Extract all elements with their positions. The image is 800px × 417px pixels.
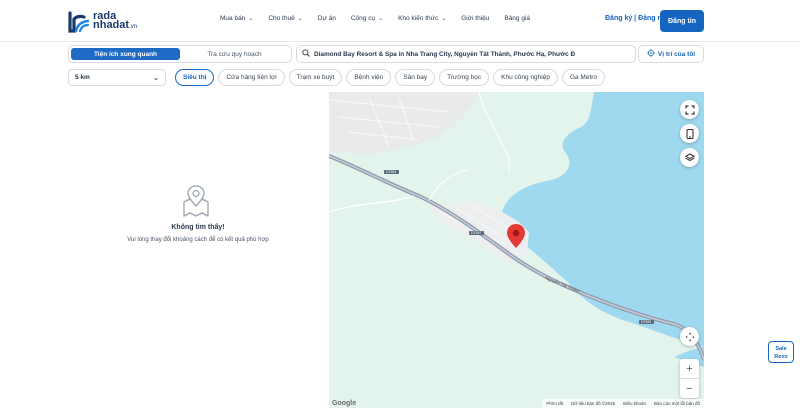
nav-item-label: Bảng giá	[504, 15, 531, 22]
logo[interactable]: rada nhadat.vn	[68, 10, 137, 34]
chip-metro-station[interactable]: Ga Metro	[561, 69, 606, 86]
top-navigation-bar: rada nhadat.vn Mua bán ⌄ Cho thuê ⌄ Dự án …	[0, 0, 800, 42]
chevron-down-icon: ⌄	[378, 16, 384, 22]
route-badge: DT651	[384, 170, 399, 174]
sale-line1: Sale	[775, 346, 787, 352]
zoom-out-button[interactable]: −	[680, 379, 699, 398]
chevron-down-icon: ⌄	[153, 74, 159, 82]
map-attribution: Phím tắt Dữ liệu bản đồ ©2025 Điều khoản…	[542, 399, 704, 408]
nav-item-bang-gia[interactable]: Bảng giá	[504, 15, 530, 22]
nav-item-cong-cu[interactable]: Công cụ ⌄	[351, 15, 383, 22]
logo-mark-icon	[68, 11, 90, 33]
layers-icon	[684, 152, 695, 161]
route-badge: DT657	[469, 231, 484, 235]
nav-item-label: Dự án	[317, 15, 336, 22]
route-badge: DT651	[639, 320, 654, 324]
map-canvas	[329, 92, 704, 408]
chip-supermarket[interactable]: Siêu thị	[175, 69, 215, 86]
search-icon	[302, 49, 310, 59]
fullscreen-icon	[684, 104, 695, 115]
chevron-down-icon: ⌄	[248, 16, 254, 22]
sale-revo-widget[interactable]: Sale Revo	[768, 341, 794, 363]
radius-select[interactable]: 5 km ⌄	[68, 69, 166, 86]
chip-hospital[interactable]: Bệnh viện	[346, 69, 392, 86]
nav-item-label: Mua bán	[220, 15, 246, 22]
chip-airport[interactable]: Sân bay	[395, 69, 436, 86]
nav-item-cho-thue[interactable]: Cho thuê ⌄	[268, 15, 302, 22]
logo-suffix: .vn	[129, 24, 138, 30]
logo-text: rada nhadat.vn	[93, 11, 138, 32]
nav-item-du-an[interactable]: Dự án	[318, 15, 336, 22]
nav-item-label: Giới thiệu	[461, 15, 490, 22]
tab-planning-lookup[interactable]: Tra cứu quy hoạch	[180, 48, 289, 60]
google-logo: Google	[332, 400, 357, 407]
fullscreen-button[interactable]	[680, 100, 699, 119]
search-row: Tiện ích xung quanh Tra cứu quy hoạch Di…	[68, 45, 704, 63]
zoom-in-button[interactable]: +	[680, 359, 699, 378]
zoom-control: + −	[680, 359, 699, 398]
radius-value: 5 km	[75, 74, 90, 81]
tab-nearby-amenities[interactable]: Tiện ích xung quanh	[71, 48, 180, 60]
layers-button[interactable]	[680, 148, 699, 167]
mobile-device-icon	[685, 128, 694, 139]
address-value: Diamond Bay Resort & Spa in Nha Trang Ci…	[314, 50, 576, 58]
terms-link[interactable]: Điều khoản	[623, 401, 646, 406]
sale-line2: Revo	[774, 354, 788, 360]
main-nav: Mua bán ⌄ Cho thuê ⌄ Dự án Công cụ ⌄ Kho ki…	[220, 15, 545, 22]
nav-item-label: Công cụ	[350, 15, 376, 22]
chip-bus-stop[interactable]: Trạm xe buýt	[288, 69, 343, 86]
my-location-label: Vị trí của tôi	[657, 50, 696, 58]
report-error-link[interactable]: Báo cáo một lỗi bản đồ	[654, 401, 700, 406]
map-data-text: Dữ liệu bản đồ ©2025	[571, 401, 616, 406]
empty-map-icon	[181, 184, 211, 218]
mode-switch: Tiện ích xung quanh Tra cứu quy hoạch	[68, 45, 292, 63]
amenity-chips: Siêu thị Cửa hàng tiện lợi Trạm xe buýt …	[175, 69, 606, 86]
chip-industrial-park[interactable]: Khu công nghiệp	[493, 69, 558, 86]
map-view[interactable]: DT651 DT657 DT651 Nguyễn Tất Thành + − G…	[329, 92, 704, 408]
logo-line2: nhadat	[93, 19, 130, 31]
keyboard-shortcuts-link[interactable]: Phím tắt	[546, 401, 563, 406]
nav-item-gioi-thieu[interactable]: Giới thiệu	[461, 15, 489, 22]
chip-convenience-store[interactable]: Cửa hàng tiện lợi	[218, 69, 285, 86]
post-listing-button[interactable]: Đăng tin	[660, 10, 704, 32]
chevron-down-icon: ⌄	[441, 16, 447, 22]
pan-control-button[interactable]	[680, 327, 699, 346]
my-location-button[interactable]: Vị trí của tôi	[638, 45, 704, 63]
nav-item-label: Cho thuê	[268, 15, 295, 22]
nav-item-label: Kho kiến thức	[398, 15, 439, 22]
move-arrows-icon	[685, 332, 694, 341]
filter-row: 5 km ⌄ Siêu thị Cửa hàng tiện lợi Trạm x…	[68, 69, 708, 87]
chip-school[interactable]: Trường học	[439, 69, 490, 86]
address-search-field[interactable]: Diamond Bay Resort & Spa in Nha Trang Ci…	[296, 45, 636, 63]
nav-item-kho-kien-thuc[interactable]: Kho kiến thức ⌄	[398, 15, 446, 22]
chevron-down-icon: ⌄	[297, 16, 303, 22]
device-view-button[interactable]	[680, 124, 699, 143]
crosshair-icon	[646, 49, 655, 59]
empty-subtitle: Vui lòng thay đổi khoảng cách để có kết …	[127, 237, 269, 243]
nav-item-mua-ban[interactable]: Mua bán ⌄	[220, 15, 253, 22]
empty-title: Không tìm thấy!	[171, 224, 225, 231]
